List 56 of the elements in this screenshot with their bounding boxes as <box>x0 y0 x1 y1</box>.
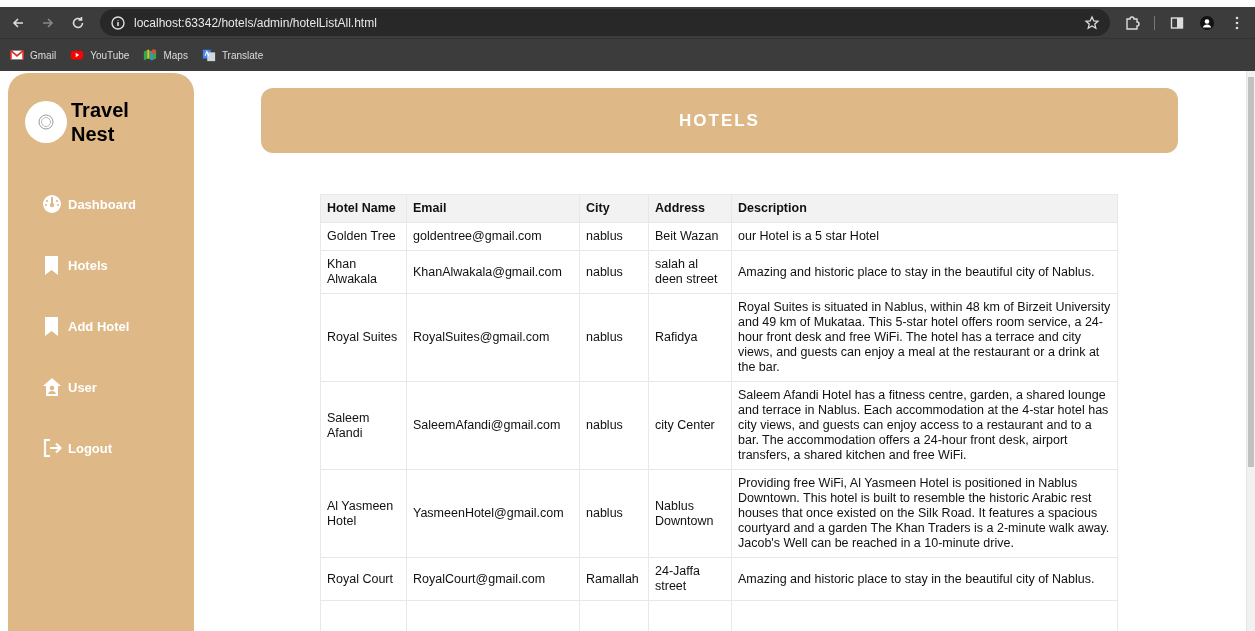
table-cell: Royal Suites is situated in Nablus, within 48 km of Birzeit University and 49 km of Mukataa. This 5-star hotel offers room service, a 24-hour front desk and free WiFi. The hotel has a terrace and city views, and guests can enjoy a meal at the restaurant or a drink at the bar. <box>731 293 1118 382</box>
emblem-icon <box>38 114 54 130</box>
table-cell: salah al deen street <box>648 250 732 294</box>
table-cell: city Center <box>648 381 732 470</box>
table-cell: KhanAlwakala@gmail.com <box>406 250 580 294</box>
table-cell: Royal Court <box>320 557 407 601</box>
column-header: Email <box>406 194 580 223</box>
table-cell: our Hotel is a 5 star Hotel <box>731 222 1118 251</box>
bookmark-link[interactable]: Maps <box>143 48 188 62</box>
page-title: HOTELS <box>679 110 760 131</box>
bookmark-link[interactable]: Translate <box>201 48 264 62</box>
extensions-icon[interactable] <box>1124 14 1140 31</box>
column-header: City <box>579 194 649 223</box>
column-header: Address <box>648 194 732 223</box>
gauge-icon <box>42 194 62 214</box>
table-cell: nablus <box>579 381 649 470</box>
reload-icon[interactable] <box>70 14 86 31</box>
table-cell: nablus <box>579 469 649 558</box>
table-cell: SaleemAfandi@gmail.com <box>406 381 580 470</box>
bookmark-link[interactable]: YouTube <box>70 48 130 62</box>
logout-icon <box>42 438 62 458</box>
bookmark-link[interactable]: Gmail <box>10 48 57 62</box>
table-cell: nablus <box>579 250 649 294</box>
table-cell: YasmeenHotel@gmail.com <box>406 469 580 558</box>
play-icon <box>70 48 85 62</box>
brand-name: Travel Nest <box>71 98 130 146</box>
table-cell: Saleem Afandi Hotel has a fitness centre, garden, a shared lounge and terrace in Nablus. Each accommodation at the 4-star hotel has city views, and guests can enjoy access to a restaurant and to a bar. The accommodation offers a 24-hour front desk, airport transfers, a shared kitchen and free WiFi. <box>731 381 1118 470</box>
info-icon <box>110 14 126 31</box>
table-cell: Khan Alwakala <box>320 250 407 294</box>
table-cell: goldentree@gmail.com <box>406 222 580 251</box>
table-cell: Amazing and historic place to stay in the beautiful city of Nablus. <box>731 557 1118 601</box>
table-cell: Beit Wazan <box>648 222 732 251</box>
mail-icon <box>10 48 24 62</box>
profile-icon[interactable] <box>1199 14 1215 31</box>
address-bar[interactable]: localhost:63342/hotels/admin/hotelListAll.html <box>100 9 1110 36</box>
table-cell: Saleem Afandi <box>320 381 407 470</box>
table-cell: 24-Jaffa street <box>648 557 732 601</box>
table-cell: Royal Suites <box>320 293 407 382</box>
column-header: Hotel Name <box>320 194 407 223</box>
table-cell: Ramallah <box>579 557 649 601</box>
table-cell: Rafidya <box>648 293 732 382</box>
map-icon <box>143 48 158 62</box>
table-cell: nablus <box>579 222 649 251</box>
table-cell: Nablus Downtown <box>648 469 732 558</box>
table-cell: nablus <box>579 293 649 382</box>
translate-icon <box>201 48 216 62</box>
table-cell: Golden Tree <box>320 222 407 251</box>
table-cell: Amazing and historic place to stay in the beautiful city of Nablus. <box>731 250 1118 294</box>
table-cell: RoyalCourt@gmail.com <box>406 557 580 601</box>
table-cell: Providing free WiFi, Al Yasmeen Hotel is positioned in Nablus Downtown. This hotel is built to resemble the historic Arabic rest houses that once existed on the Silk Road. It features a spacious courtyard and a garden The Khan Traders is a 2-minute walk away. Jacob's Well can be reached in a 10-minute drive. <box>731 469 1118 558</box>
house-person-icon <box>42 377 62 397</box>
table-cell: RoyalSuites@gmail.com <box>406 293 580 382</box>
bookmark-star-icon[interactable] <box>1084 14 1100 31</box>
column-header: Description <box>731 194 1118 223</box>
side-panel-icon[interactable] <box>1169 14 1185 31</box>
table-cell: Al Yasmeen Hotel <box>320 469 407 558</box>
